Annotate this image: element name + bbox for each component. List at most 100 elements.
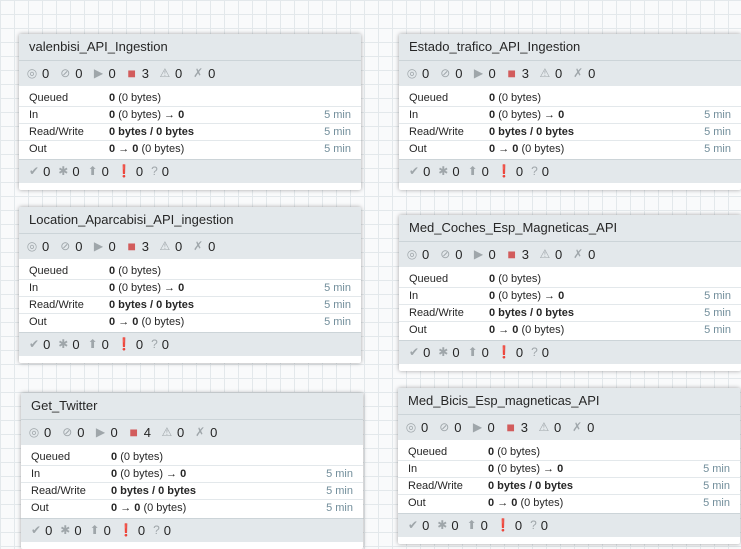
count-value: 0 (135, 164, 144, 179)
invalid-count: ⚠ 0 (538, 242, 563, 267)
out-bytes: (0 bytes) (141, 143, 185, 155)
transmitting-count: ◎ 0 (405, 61, 429, 86)
out-label: Out (29, 143, 47, 155)
stale-count: ⬆ 0 (468, 341, 489, 364)
read-write-value: 0 bytes / 0 bytes (488, 478, 703, 494)
transmitting-icon: ◎ (26, 239, 38, 253)
in-bytes: (0 bytes) (498, 109, 541, 121)
count-value: 0 (108, 66, 116, 81)
disabled-icon: ✗ (573, 66, 584, 80)
count-value: 0 (42, 66, 50, 81)
process-group[interactable]: Estado_trafico_API_Ingestion ◎ 0 ⊘ 0 ▶ 0 ■ 3 ⚠ 0 ✗ 0… (399, 34, 741, 190)
out-to: 0 (134, 502, 141, 514)
count-value: 0 (77, 425, 85, 440)
read-write-row: Read/Write 0 bytes / 0 bytes 5 min (19, 297, 361, 314)
count-value: 0 (541, 345, 549, 360)
process-group-status-bar: ◎ 0 ⊘ 0 ▶ 0 ■ 3 ⚠ 0 ✗ 0 (399, 242, 741, 267)
count-value: 0 (110, 425, 118, 440)
queued-bytes: (0 bytes) (498, 92, 541, 104)
process-group-name[interactable]: Estado_trafico_API_Ingestion (399, 34, 741, 61)
flow-canvas[interactable]: { "groups": [ { "name": "valenbisi_API_I… (0, 0, 741, 549)
read-write-bytes: 0 bytes / 0 bytes (111, 485, 196, 497)
stopped-count: ■ 4 (127, 420, 150, 445)
out-value: 0 → 0 (0 bytes) (488, 495, 703, 511)
count-value: 3 (520, 420, 528, 435)
invalid-icon: ⚠ (161, 425, 173, 439)
read-write-value: 0 bytes / 0 bytes (109, 297, 324, 313)
locally-modified-stale-icon: ❗ (116, 164, 132, 178)
disabled-icon: ✗ (195, 425, 206, 439)
count-value: 3 (521, 247, 529, 262)
process-group-status-bar: ◎ 0 ⊘ 0 ▶ 0 ■ 3 ⚠ 0 ✗ 0 (398, 415, 740, 440)
up-to-date-count: ✔ 0 (409, 160, 430, 183)
queued-bytes: (0 bytes) (118, 265, 161, 277)
count-value: 0 (487, 420, 495, 435)
out-label: Out (409, 324, 427, 336)
in-time: 5 min (703, 463, 730, 475)
process-group[interactable]: Location_Aparcabisi_API_ingestion ◎ 0 ⊘ 0 ▶ 0 ■… (19, 207, 361, 363)
disabled-count: ✗ 0 (570, 415, 594, 440)
in-value: 0 (0 bytes) → 0 (111, 466, 326, 482)
count-value: 0 (488, 247, 496, 262)
locally-modified-icon: ✱ (437, 518, 448, 532)
out-value: 0 → 0 (0 bytes) (111, 500, 326, 516)
not-transmitting-icon: ⊘ (440, 247, 451, 261)
running-icon: ▶ (473, 247, 484, 261)
process-group-status-bar: ◎ 0 ⊘ 0 ▶ 0 ■ 3 ⚠ 0 ✗ 0 (399, 61, 741, 86)
process-group-name[interactable]: Med_Coches_Esp_Magneticas_API (399, 215, 741, 242)
queued-count: 0 (489, 92, 496, 104)
out-row: Out 0 → 0 (0 bytes) 5 min (19, 141, 361, 157)
process-group-status-bar: ◎ 0 ⊘ 0 ▶ 0 ■ 4 ⚠ 0 ✗ 0 (21, 420, 363, 445)
count-value: 3 (141, 239, 149, 254)
count-value: 0 (101, 337, 109, 352)
queued-row: Queued 0 (0 bytes) (399, 90, 741, 107)
out-from: 0 (109, 316, 116, 328)
process-group-stats: Queued 0 (0 bytes) In 0 (0 bytes) → 05 min R… (398, 440, 740, 513)
count-value: 0 (174, 239, 183, 254)
stopped-count: ■ 3 (505, 61, 528, 86)
invalid-icon: ⚠ (539, 247, 551, 261)
in-count: 0 (489, 109, 496, 121)
read-write-label: Read/Write (29, 299, 84, 311)
process-group-name[interactable]: Med_Bicis_Esp_magneticas_API (398, 388, 740, 415)
read-write-time: 5 min (704, 307, 731, 319)
process-group[interactable]: Med_Coches_Esp_Magneticas_API ◎ 0 ⊘ 0 ▶ 0 ■ 3 ⚠ 0 ✗… (399, 215, 741, 371)
count-value: 0 (488, 66, 496, 81)
count-value: 0 (163, 523, 171, 538)
process-group[interactable]: valenbisi_API_Ingestion ◎ 0 ⊘ 0 ▶ 0 ■ 3 ⚠ 0 ✗ 0 Queue… (19, 34, 361, 190)
count-value: 0 (161, 164, 169, 179)
read-write-label: Read/Write (29, 126, 84, 138)
invalid-icon: ⚠ (159, 239, 171, 253)
in-time: 5 min (326, 468, 353, 480)
process-group-name[interactable]: valenbisi_API_Ingestion (19, 34, 361, 61)
process-group[interactable]: Med_Bicis_Esp_magneticas_API ◎ 0 ⊘ 0 ▶ 0 ■ 3 ⚠ 0 ✗ 0… (398, 388, 740, 544)
out-time: 5 min (324, 316, 351, 328)
count-value: 0 (208, 66, 216, 81)
count-value: 0 (455, 66, 463, 81)
in-arrow: → (544, 109, 556, 121)
process-group-status-bar: ◎ 0 ⊘ 0 ▶ 0 ■ 3 ⚠ 0 ✗ 0 (19, 61, 361, 86)
sync-failure-count: ? 0 (153, 519, 171, 542)
stale-count: ⬆ 0 (467, 514, 488, 537)
running-count: ▶ 0 (471, 242, 496, 267)
in-label: In (409, 290, 419, 302)
count-value: 0 (108, 239, 116, 254)
process-group-name[interactable]: Get_Twitter (21, 393, 363, 420)
count-value: 0 (452, 164, 460, 179)
stopped-icon: ■ (129, 424, 138, 440)
count-value: 0 (554, 66, 563, 81)
count-value: 0 (42, 239, 50, 254)
in-row: In 0 (0 bytes) → 05 min (21, 466, 363, 483)
stopped-icon: ■ (507, 246, 516, 262)
in-time: 5 min (704, 109, 731, 121)
in-count: 0 (488, 463, 495, 475)
process-group[interactable]: Get_Twitter ◎ 0 ⊘ 0 ▶ 0 ■ 4 ⚠ 0 ✗ 0 Queued 0 (0 bytes)… (21, 393, 363, 549)
out-to: 0 (512, 324, 519, 336)
out-arrow: → (118, 143, 130, 155)
read-write-bytes: 0 bytes / 0 bytes (489, 307, 574, 319)
locally-modified-stale-icon: ❗ (496, 345, 512, 359)
sync-failure-count: ? 0 (530, 514, 548, 537)
read-write-row: Read/Write 0 bytes / 0 bytes 5 min (399, 124, 741, 141)
process-group-name[interactable]: Location_Aparcabisi_API_ingestion (19, 207, 361, 234)
process-group-stats: Queued 0 (0 bytes) In 0 (0 bytes) → 05 min R… (21, 445, 363, 518)
